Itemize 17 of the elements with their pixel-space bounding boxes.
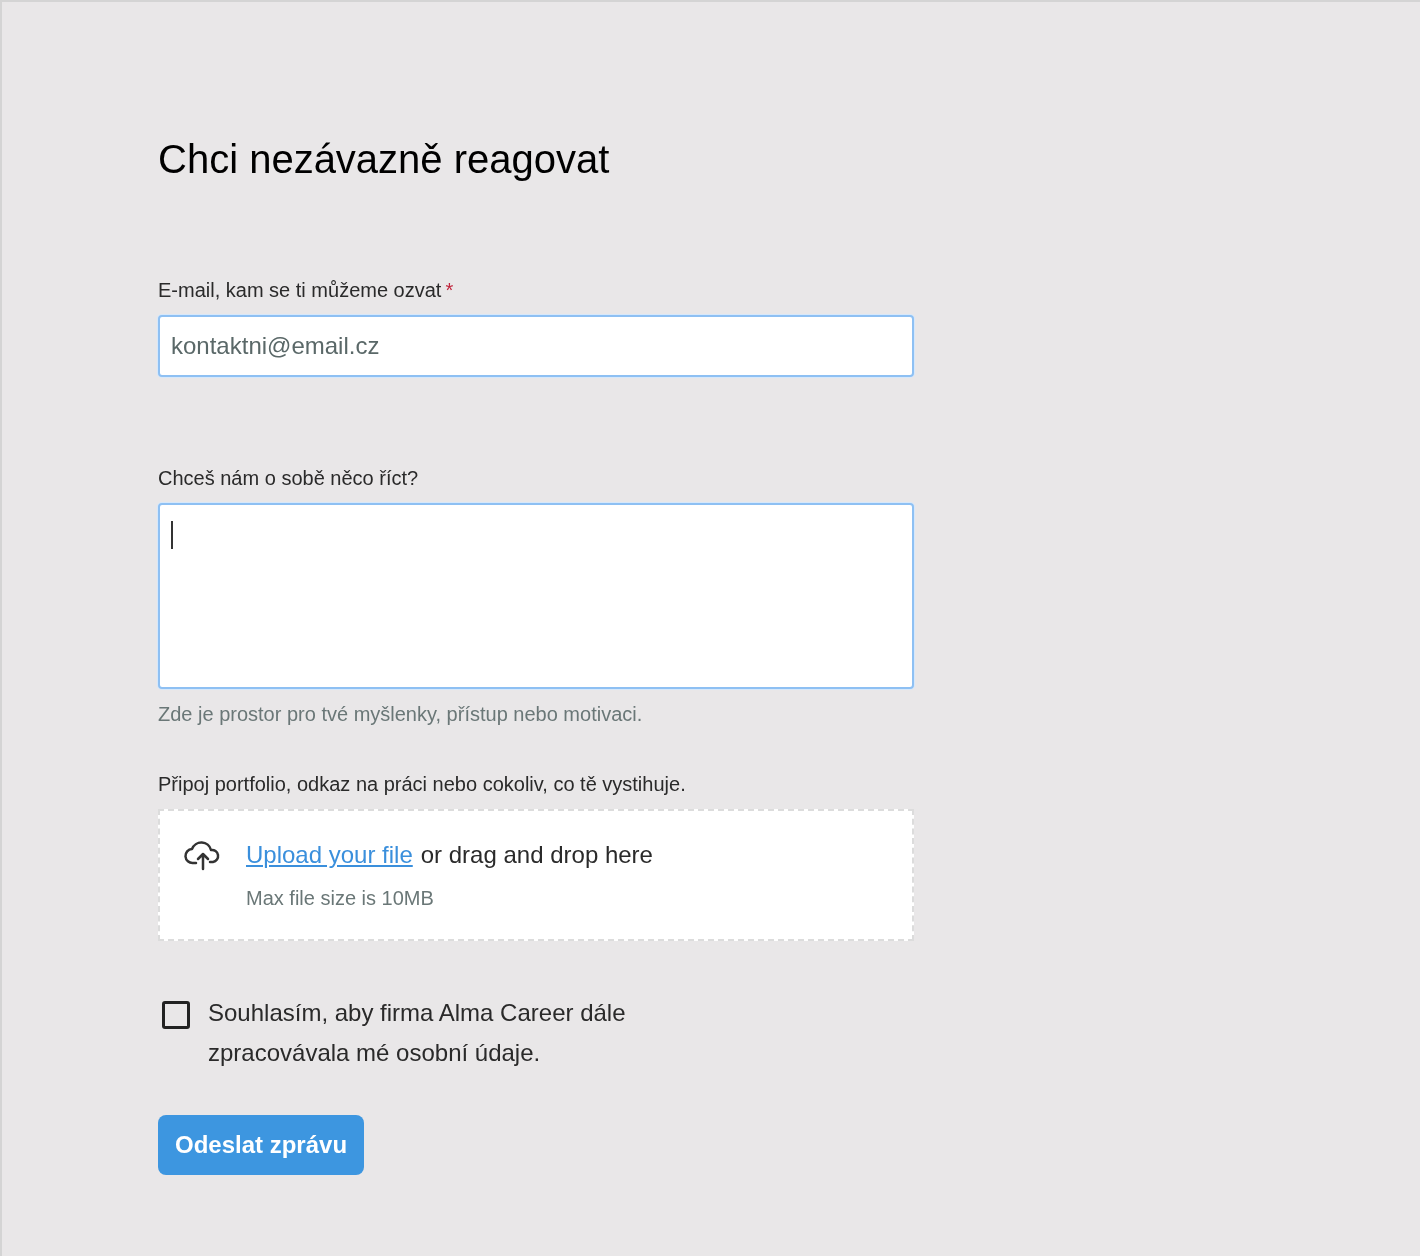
email-field[interactable]: kontaktni@email.cz (158, 315, 914, 377)
field-label: Chceš nám o sobě něco říct? (158, 466, 420, 491)
message-field[interactable] (158, 503, 914, 689)
upload-note: Max file size is 10MB (246, 886, 435, 911)
upload-text: or drag and drop here (420, 840, 653, 870)
upload-link[interactable]: Upload your file (246, 837, 413, 873)
field-hint: Zde je prostor pro tvé myšlenky, přístup nebo motivaci. (158, 702, 644, 727)
submit-button[interactable]: Odeslat zprávu (158, 1115, 365, 1175)
required-mark: * (445, 278, 454, 303)
text-cursor (171, 521, 173, 549)
field-label: E-mail, kam se ti můžeme ozvat (158, 278, 442, 303)
cloud-upload-icon (184, 839, 222, 871)
consent-label: Souhlasím, aby firma Alma Career dále zpracovávala mé osobní údaje. (208, 998, 627, 1068)
upload-dropzone[interactable]: Upload your file or drag and drop here Max file size is 10MB (158, 809, 914, 941)
form-heading: Chci nezávazně reagovat (158, 136, 611, 183)
consent-checkbox[interactable] (162, 1001, 190, 1029)
field-label: Připoj portfolio, odkaz na práci nebo cokoliv, co tě vystihuje. (158, 772, 687, 797)
